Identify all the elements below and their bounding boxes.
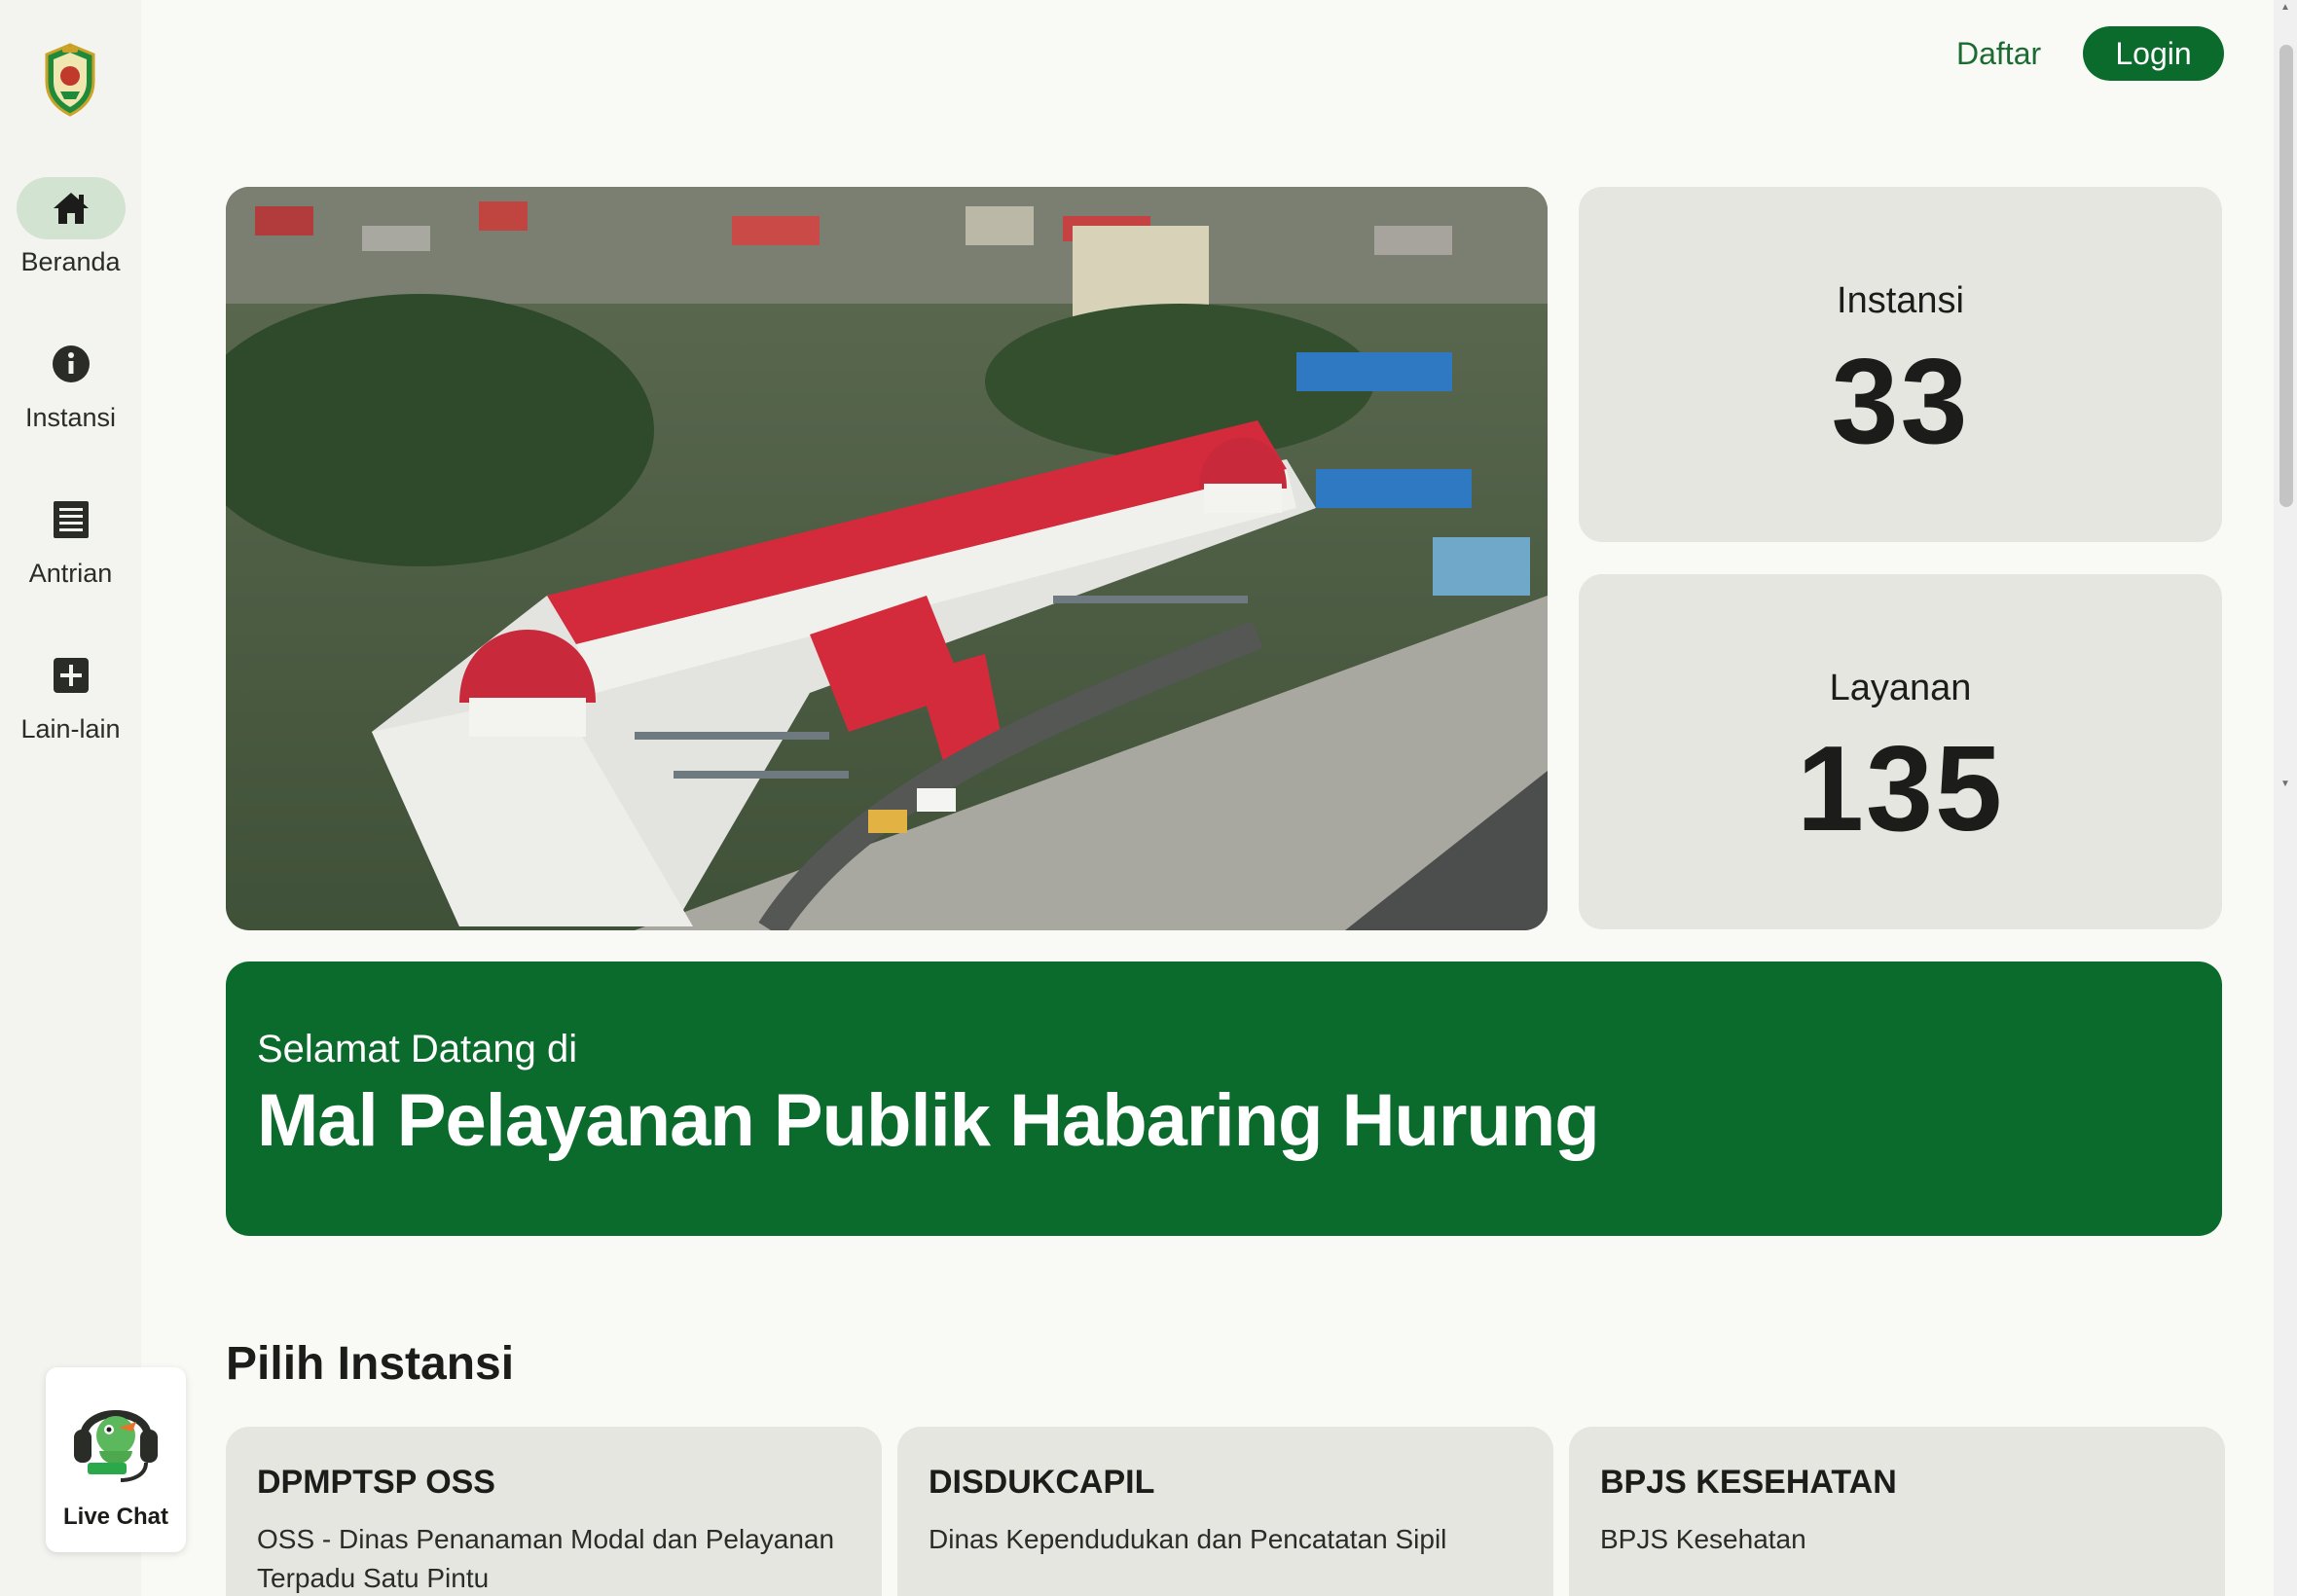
- stat-card-layanan: Layanan 135: [1579, 574, 2222, 929]
- welcome-title: Mal Pelayanan Publik Habaring Hurung: [257, 1079, 1600, 1162]
- institution-name: BPJS KESEHATAN: [1600, 1464, 1897, 1501]
- vertical-scrollbar[interactable]: ▲ ▼: [2274, 0, 2297, 1596]
- stat-value: 33: [1831, 335, 1970, 469]
- institution-description: OSS - Dinas Penanaman Modal dan Pelayana…: [257, 1524, 835, 1593]
- section-title: Pilih Instansi: [226, 1338, 515, 1390]
- info-icon: [52, 345, 90, 382]
- institution-description: BPJS Kesehatan: [1600, 1524, 1806, 1554]
- institution-name: DPMPTSP OSS: [257, 1464, 495, 1501]
- hero-building-photo: [226, 187, 1548, 930]
- stat-label: Layanan: [1829, 668, 1972, 708]
- institution-description: Dinas Kependudukan dan Pencatatan Sipil: [929, 1524, 1447, 1554]
- page: Beranda Instansi Antrian Lain-lain Live …: [0, 0, 2297, 1596]
- register-button[interactable]: Daftar: [1956, 29, 2041, 78]
- regional-emblem-logo[interactable]: [43, 43, 97, 117]
- nav-pill: [17, 489, 126, 551]
- nav-pill: [17, 333, 126, 395]
- stat-value: 135: [1797, 722, 2004, 856]
- sidebar: Beranda Instansi Antrian Lain-lain: [0, 0, 141, 1596]
- sidebar-item-beranda[interactable]: Beranda: [0, 177, 141, 277]
- nav-pill: [17, 644, 126, 707]
- home-icon: [53, 193, 89, 224]
- sidebar-item-antrian[interactable]: Antrian: [0, 489, 141, 589]
- login-button[interactable]: Login: [2083, 26, 2224, 81]
- institution-card[interactable]: DPMPTSP OSS OSS - Dinas Penanaman Modal …: [226, 1427, 882, 1596]
- scroll-down-arrow-icon[interactable]: ▼: [2280, 779, 2290, 789]
- sidebar-item-instansi[interactable]: Instansi: [0, 333, 141, 433]
- welcome-banner: Selamat Datang di Mal Pelayanan Publik H…: [226, 961, 2222, 1236]
- scroll-thumb[interactable]: [2279, 45, 2293, 507]
- institution-name: DISDUKCAPIL: [929, 1464, 1155, 1501]
- stat-card-instansi: Instansi 33: [1579, 187, 2222, 542]
- sidebar-item-label: Lain-lain: [20, 714, 121, 744]
- scroll-up-arrow-icon[interactable]: ▲: [2280, 2, 2290, 13]
- institution-card[interactable]: DISDUKCAPIL Dinas Kependudukan dan Penca…: [897, 1427, 1553, 1596]
- sidebar-item-label: Instansi: [24, 403, 117, 432]
- sidebar-item-label: Beranda: [20, 247, 121, 276]
- stat-label: Instansi: [1837, 280, 1964, 321]
- welcome-subtitle: Selamat Datang di: [257, 1028, 578, 1070]
- live-chat-button[interactable]: Live Chat: [46, 1367, 186, 1552]
- sidebar-item-lain-lain[interactable]: Lain-lain: [0, 644, 141, 744]
- institution-card[interactable]: BPJS KESEHATAN BPJS Kesehatan: [1569, 1427, 2225, 1596]
- plus-box-icon: [53, 658, 89, 693]
- live-chat-label: Live Chat: [62, 1504, 169, 1530]
- live-chat-mascot-icon: [74, 1410, 158, 1482]
- nav-pill: [16, 177, 126, 239]
- sidebar-item-label: Antrian: [28, 559, 113, 588]
- list-icon: [53, 501, 89, 538]
